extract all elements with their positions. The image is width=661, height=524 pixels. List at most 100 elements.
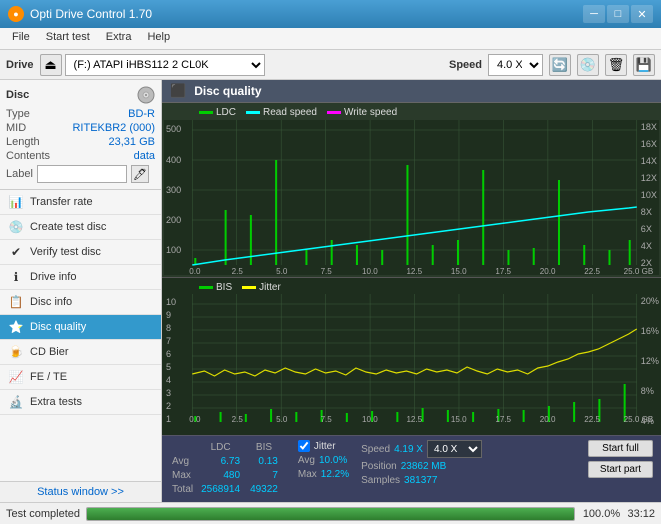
svg-text:6X: 6X	[641, 224, 652, 234]
status-bar: Test completed 100.0% 33:12	[0, 502, 661, 524]
title-bar: ● Opti Drive Control 1.70 ─ □ ✕	[0, 0, 661, 28]
speed-dropdown[interactable]: 4.0 X	[427, 440, 482, 458]
disc-info-icon: 📋	[8, 294, 24, 310]
disc-length-value: 23,31 GB	[109, 136, 155, 148]
sidebar-item-disc-info[interactable]: 📋 Disc info	[0, 290, 161, 315]
sidebar-item-verify-test-disc[interactable]: ✔ Verify test disc	[0, 240, 161, 265]
sidebar-item-extra-tests[interactable]: 🔬 Extra tests	[0, 390, 161, 415]
speed-value-text: 4.19 X	[394, 444, 423, 455]
disc-contents-value: data	[134, 150, 155, 162]
jitter-avg-label: Avg	[298, 455, 315, 466]
drive-select[interactable]: (F:) ATAPI iHBS112 2 CL0K	[65, 54, 265, 76]
svg-text:16X: 16X	[641, 139, 657, 149]
disc-type-value: BD-R	[128, 108, 155, 120]
sidebar-item-drive-info[interactable]: ℹ Drive info	[0, 265, 161, 290]
drive-eject-icon[interactable]: ⏏	[40, 54, 62, 76]
speed-label-text: Speed	[361, 444, 390, 455]
progress-bar-background	[86, 507, 575, 521]
svg-text:12.5: 12.5	[406, 415, 422, 424]
maximize-button[interactable]: □	[607, 5, 629, 23]
svg-text:400: 400	[166, 155, 181, 165]
menu-bar: File Start test Extra Help	[0, 28, 661, 50]
save-icon[interactable]: 💾	[633, 54, 655, 76]
sidebar-item-label: Transfer rate	[30, 196, 93, 208]
menu-file[interactable]: File	[4, 30, 38, 47]
disc-label-input[interactable]	[37, 165, 127, 183]
disc-mid-value: RITEKBR2 (000)	[72, 122, 155, 134]
verify-disc-icon: ✔	[8, 244, 24, 260]
jitter-max-value: 12.2%	[321, 469, 349, 480]
menu-help[interactable]: Help	[139, 30, 178, 47]
start-full-button[interactable]: Start full	[588, 440, 653, 457]
total-bis-value: 49322	[250, 484, 284, 496]
jitter-section: Jitter Avg 10.0% Max 12.2%	[298, 440, 349, 480]
menu-start-test[interactable]: Start test	[38, 30, 98, 47]
stats-bar: LDC BIS Avg 6.73 0.13 Max 480 7 Total 25…	[162, 435, 661, 502]
disc-info-panel: Disc Type BD-R MID RITEKBR2 (000) Length…	[0, 80, 161, 190]
svg-text:20%: 20%	[641, 296, 659, 306]
label-edit-button[interactable]: 🖊	[131, 165, 149, 183]
disc-quality-icon: ⭐	[8, 319, 24, 335]
speed-section: Speed 4.19 X 4.0 X Position 23862 MB Sam…	[361, 440, 482, 486]
top-chart-legend: LDC Read speed Write speed	[164, 107, 659, 118]
max-bis-value: 7	[250, 470, 284, 482]
fe-te-icon: 📈	[8, 369, 24, 385]
svg-text:10.0: 10.0	[362, 415, 378, 424]
speed-select[interactable]: 4.0 X	[488, 54, 543, 76]
app-icon: ●	[8, 6, 24, 22]
svg-text:7: 7	[166, 336, 171, 346]
cd-bier-icon: 🍺	[8, 344, 24, 360]
disc-mid-row: MID RITEKBR2 (000)	[6, 122, 155, 134]
avg-ldc-value: 6.73	[201, 456, 248, 468]
bottom-chart: BIS Jitter 10 9 8 7 6 5 4 3 2 1	[162, 278, 661, 435]
chart-header: ⬛ Disc quality	[162, 80, 661, 103]
samples-value: 381377	[404, 475, 437, 486]
sidebar-item-cd-bier[interactable]: 🍺 CD Bier	[0, 340, 161, 365]
app-title: Opti Drive Control 1.70	[30, 7, 152, 21]
disc-length-row: Length 23,31 GB	[6, 136, 155, 148]
disc-label-row: Label 🖊	[6, 165, 155, 183]
start-part-button[interactable]: Start part	[588, 461, 653, 478]
status-time: 33:12	[627, 508, 655, 520]
svg-text:22.5: 22.5	[584, 415, 600, 424]
svg-text:2.5: 2.5	[232, 415, 244, 424]
refresh-icon[interactable]: 🔄	[549, 54, 571, 76]
sidebar-item-label: Disc quality	[30, 321, 86, 333]
jitter-max-label: Max	[298, 469, 317, 480]
position-label: Position	[361, 461, 397, 472]
jitter-checkbox[interactable]	[298, 440, 310, 452]
disc-icon[interactable]: 💿	[577, 54, 599, 76]
drive-info-icon: ℹ	[8, 269, 24, 285]
status-window-button[interactable]: Status window >>	[0, 481, 161, 502]
svg-text:8: 8	[166, 323, 171, 333]
sidebar-item-label: Create test disc	[30, 221, 106, 233]
svg-text:12X: 12X	[641, 173, 657, 183]
disc-type-row: Type BD-R	[6, 108, 155, 120]
svg-text:9: 9	[166, 310, 171, 320]
svg-text:2.5: 2.5	[232, 267, 244, 275]
sidebar-item-label: Verify test disc	[30, 246, 101, 258]
legend-ldc: LDC	[216, 107, 236, 118]
top-chart-svg: 500 400 300 200 100 18X 16X 14X 12X 10X …	[164, 120, 659, 275]
total-ldc-value: 2568914	[201, 484, 248, 496]
svg-text:12.5: 12.5	[406, 267, 422, 275]
menu-extra[interactable]: Extra	[98, 30, 140, 47]
svg-text:15.0: 15.0	[451, 267, 467, 275]
svg-text:7.5: 7.5	[321, 267, 333, 275]
svg-text:22.5: 22.5	[584, 267, 600, 275]
erase-icon[interactable]: 🗑	[605, 54, 627, 76]
svg-text:200: 200	[166, 215, 181, 225]
svg-text:5: 5	[166, 362, 171, 372]
start-buttons: Start full Start part	[588, 440, 653, 478]
minimize-button[interactable]: ─	[583, 5, 605, 23]
disc-contents-row: Contents data	[6, 150, 155, 162]
disc-graphic-icon	[137, 86, 155, 104]
sidebar-item-fe-te[interactable]: 📈 FE / TE	[0, 365, 161, 390]
sidebar-item-disc-quality[interactable]: ⭐ Disc quality	[0, 315, 161, 340]
close-button[interactable]: ✕	[631, 5, 653, 23]
drive-toolbar: Drive ⏏ (F:) ATAPI iHBS112 2 CL0K Speed …	[0, 50, 661, 80]
sidebar-item-create-test-disc[interactable]: 💿 Create test disc	[0, 215, 161, 240]
bottom-chart-svg: 10 9 8 7 6 5 4 3 2 1 20% 16% 12% 8% 4%	[164, 294, 659, 424]
sidebar-item-transfer-rate[interactable]: 📊 Transfer rate	[0, 190, 161, 215]
total-label: Total	[172, 484, 199, 496]
